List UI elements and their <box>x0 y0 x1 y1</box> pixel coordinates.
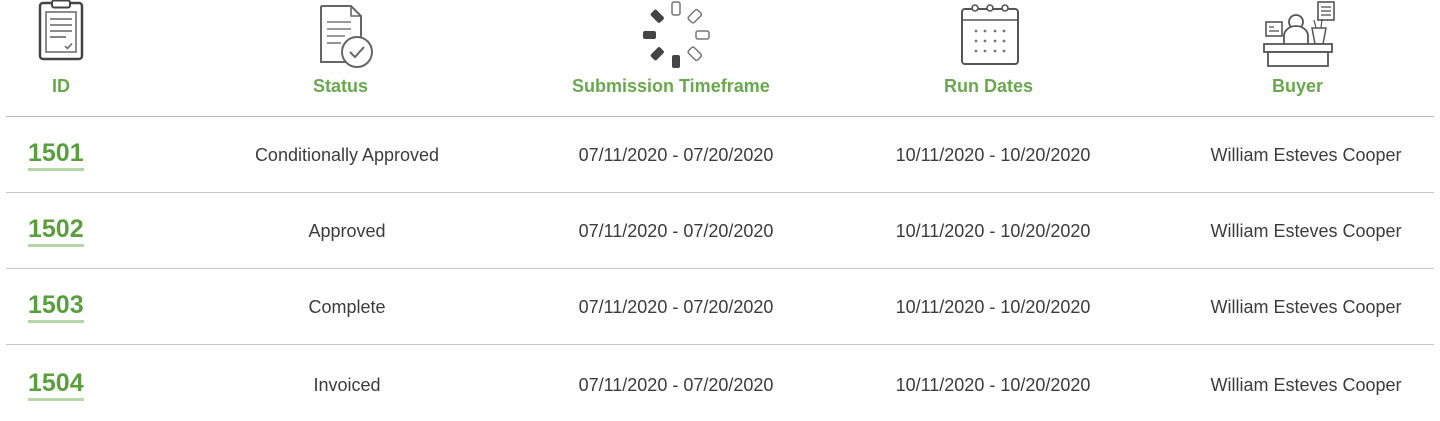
row-buyer: William Esteves Cooper <box>1210 296 1402 317</box>
row-id-link[interactable]: 1503 <box>28 291 84 323</box>
buyer-desk-icon <box>1262 0 1336 70</box>
table-row: 1503 Complete 07/11/2020 - 07/20/2020 10… <box>0 269 1440 345</box>
column-label-id: ID <box>52 76 70 96</box>
column-label-buyer: Buyer <box>1272 76 1324 96</box>
row-id-link[interactable]: 1504 <box>28 369 84 401</box>
column-header-id[interactable]: ID <box>20 0 100 117</box>
orders-table: ID Status Submission Timeframe Run Dates… <box>0 0 1440 401</box>
row-buyer: William Esteves Cooper <box>1210 220 1402 241</box>
row-submission-timeframe: 07/11/2020 - 07/20/2020 <box>578 220 774 241</box>
column-label-status: Status <box>313 76 369 96</box>
row-status: Invoiced <box>313 374 381 395</box>
clipboard-icon <box>36 0 86 70</box>
row-status: Conditionally Approved <box>254 144 440 165</box>
row-run-dates: 10/11/2020 - 10/20/2020 <box>895 374 1091 395</box>
document-check-icon <box>308 0 378 70</box>
row-submission-timeframe: 07/11/2020 - 07/20/2020 <box>578 374 774 395</box>
row-id-link[interactable]: 1501 <box>28 139 84 171</box>
column-header-status[interactable]: Status <box>280 0 390 117</box>
row-buyer: William Esteves Cooper <box>1210 374 1402 395</box>
calendar-icon <box>959 0 1021 70</box>
column-label-submission: Submission Timeframe <box>572 76 770 96</box>
row-submission-timeframe: 07/11/2020 - 07/20/2020 <box>578 144 774 165</box>
row-run-dates: 10/11/2020 - 10/20/2020 <box>895 296 1091 317</box>
row-run-dates: 10/11/2020 - 10/20/2020 <box>895 220 1091 241</box>
row-submission-timeframe: 07/11/2020 - 07/20/2020 <box>578 296 774 317</box>
column-label-run-dates: Run Dates <box>944 76 1034 96</box>
row-run-dates: 10/11/2020 - 10/20/2020 <box>895 144 1091 165</box>
column-header-run-dates[interactable]: Run Dates <box>935 0 1045 117</box>
row-id-link[interactable]: 1502 <box>28 215 84 247</box>
row-buyer: William Esteves Cooper <box>1210 144 1402 165</box>
table-row: 1504 Invoiced 07/11/2020 - 07/20/2020 10… <box>0 345 1440 401</box>
table-row: 1502 Approved 07/11/2020 - 07/20/2020 10… <box>0 193 1440 269</box>
table-row: 1501 Conditionally Approved 07/11/2020 -… <box>0 117 1440 193</box>
row-status: Complete <box>308 296 386 317</box>
row-status: Approved <box>308 220 386 241</box>
table-header: ID Status Submission Timeframe Run Dates… <box>0 0 1440 117</box>
column-header-buyer[interactable]: Buyer <box>1240 0 1360 117</box>
column-header-submission[interactable]: Submission Timeframe <box>560 0 790 117</box>
loading-circle-icon <box>638 0 714 70</box>
